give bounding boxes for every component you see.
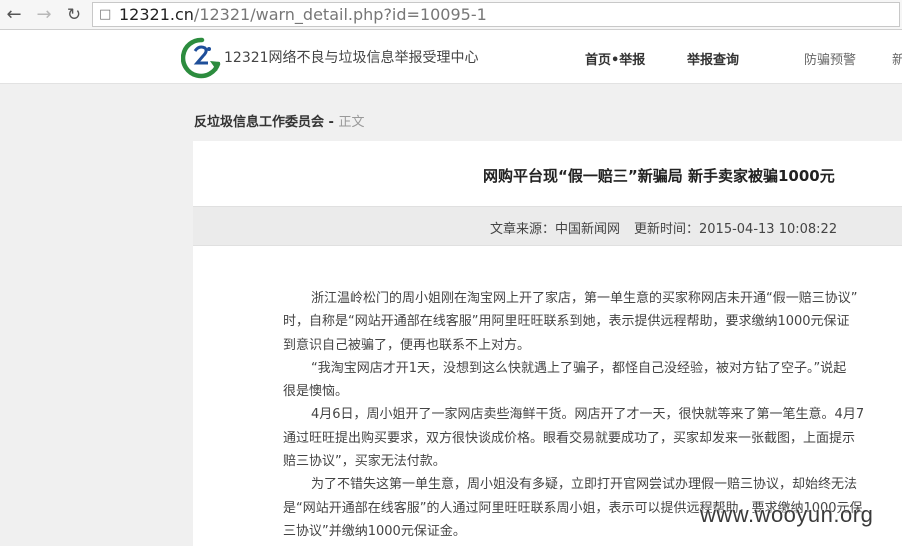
article-source: 文章来源：中国新闻网	[490, 222, 621, 237]
site-logo-icon[interactable]	[181, 37, 223, 79]
browser-toolbar: ← → ↻ □ 12321.cn/12321/warn_detail.php?i…	[0, 0, 902, 30]
article-line: 通过旺旺提出购买要求，双方很快谈成价格。眼看交易就要成功了，买家却发来一张截图，…	[283, 430, 856, 446]
article-line: “我淘宝网店才开1天，没想到这么快就遇上了骗子，都怪自己没经验，被对方钻了空子。…	[311, 360, 847, 376]
page-icon: □	[99, 7, 112, 22]
watermark: www.wooyun.org	[700, 502, 874, 527]
address-bar[interactable]: □ 12321.cn/12321/warn_detail.php?id=1009…	[92, 2, 900, 27]
site-name[interactable]: 12321网络不良与垃圾信息举报受理中心	[224, 47, 479, 67]
article-line: 赔三协议”，买家无法付款。	[283, 454, 446, 470]
breadcrumb-parent[interactable]: 反垃圾信息工作委员会	[194, 115, 324, 130]
reload-icon[interactable]: ↻	[62, 3, 86, 27]
nav-home-report[interactable]: 首页•举报	[585, 49, 645, 68]
breadcrumb-separator: -	[324, 115, 339, 130]
forward-arrow-icon[interactable]: →	[32, 3, 56, 27]
nav-report-query[interactable]: 举报查询	[687, 49, 739, 68]
article-line: 为了不错失这第一单生意，周小姐没有多疑，立即打开官网尝试办理假一赔三协议，却始终…	[311, 477, 858, 493]
url-text: 12321.cn/12321/warn_detail.php?id=10095-…	[119, 5, 487, 24]
article-line: 浙江温岭松门的周小姐刚在淘宝网上开了家店，第一单生意的买家称网店未开通“假一赔三…	[311, 291, 858, 306]
breadcrumb-current: 正文	[338, 115, 365, 130]
site-header: 12321网络不良与垃圾信息举报受理中心 首页•举报 举报查询 防骗预警 新	[0, 30, 902, 84]
breadcrumb: 反垃圾信息工作委员会 - 正文	[194, 111, 364, 130]
article-title: 网购平台现“假一赔三”新骗局 新手卖家被骗1000元	[483, 167, 835, 185]
article-line: 4月6日，周小姐开了一家网店卖些海鲜干货。网店开了才一天，很快就等来了第一笔生意…	[311, 407, 865, 423]
article-line: 很是懊恼。	[283, 384, 349, 400]
article-updated: 更新时间：2015-04-13 10:08:22	[634, 222, 838, 237]
nav-next[interactable]: 新	[892, 49, 902, 68]
article-line: 到意识自己被骗了，便再也联系不上对方。	[283, 337, 531, 353]
nav-fraud-warning[interactable]: 防骗预警	[804, 49, 856, 68]
article-meta: 文章来源：中国新闻网 更新时间：2015-04-13 10:08:22	[490, 218, 837, 237]
back-arrow-icon[interactable]: ←	[2, 3, 26, 27]
article-meta-bar: 文章来源：中国新闻网 更新时间：2015-04-13 10:08:22	[193, 206, 902, 246]
article-card: 网购平台现“假一赔三”新骗局 新手卖家被骗1000元 文章来源：中国新闻网 更新时…	[193, 141, 902, 546]
article-line: 时，自称是“网站开通部在线客服”用阿里旺旺联系到她，表示提供远程帮助，要求缴纳1…	[283, 314, 850, 330]
